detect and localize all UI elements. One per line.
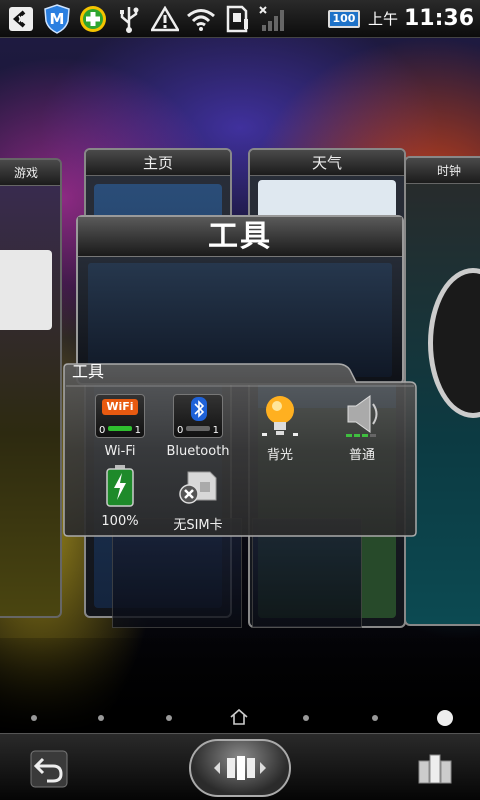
backlight-label: 背光	[266, 448, 293, 463]
wifi-off-num: 0	[99, 425, 106, 436]
current-screen-preview	[88, 263, 392, 377]
wifi-on-num: 1	[134, 425, 141, 436]
bluetooth-on-num: 1	[212, 425, 219, 436]
back-arrow-icon	[30, 750, 68, 788]
page-dot[interactable]	[303, 715, 309, 721]
wifi-state-bar	[108, 426, 132, 431]
app-drawer-icon	[214, 756, 266, 780]
bluetooth-label: Bluetooth	[166, 444, 230, 459]
clock-time: 11:36	[403, 6, 474, 31]
wifi-label: Wi-Fi	[104, 444, 136, 459]
tools-folder-popup: 工具 WiFi 0 1 Wi-Fi 0 1 Bluetooth 背光 普通 10…	[62, 362, 418, 538]
page-dot[interactable]	[98, 715, 104, 721]
sd-card-icon	[222, 4, 252, 34]
svg-text:M: M	[50, 10, 65, 28]
sound-mode-label: 普通	[348, 448, 375, 463]
backlight-toggle[interactable]: 背光	[238, 394, 322, 463]
screen-card-right-far-title: 时钟	[406, 158, 480, 184]
bluetooth-toggle-icon: 0 1	[171, 394, 225, 438]
battery-label: 100%	[101, 514, 139, 529]
dock-bar	[0, 733, 480, 800]
bluetooth-toggle[interactable]: 0 1 Bluetooth	[156, 394, 240, 459]
bulb-icon	[262, 396, 298, 436]
home-page-icon[interactable]	[229, 708, 249, 730]
screen-card-right-title: 天气	[250, 150, 404, 176]
current-screen-card[interactable]: 工具	[76, 215, 404, 385]
usb-icon	[114, 4, 144, 34]
page-dot-active[interactable]	[437, 710, 453, 726]
status-bar: M 100 上午 11:36	[0, 0, 480, 38]
bluetooth-off-num: 0	[177, 425, 184, 436]
battery-status-item[interactable]: 100%	[78, 464, 162, 529]
battery-graphic	[106, 465, 134, 507]
warning-icon	[150, 4, 180, 34]
battery-icon	[93, 464, 147, 508]
page-dot[interactable]	[372, 715, 378, 721]
screen-card-left-far[interactable]: 游戏	[0, 158, 62, 618]
back-button[interactable]	[24, 744, 74, 794]
app-drawer-button[interactable]	[189, 739, 291, 797]
speaker-graphic	[346, 395, 378, 437]
current-screen-title: 工具	[78, 217, 402, 257]
app-store-plus-icon	[78, 4, 108, 34]
sim-label: 无SIM卡	[173, 518, 223, 533]
battery-indicator: 100	[327, 9, 360, 28]
folder-title: 工具	[72, 362, 105, 381]
screens-preview-button[interactable]	[410, 744, 460, 794]
bluetooth-icon	[191, 397, 207, 421]
page-indicator	[0, 706, 480, 730]
bluetooth-state-bar	[186, 426, 210, 431]
no-sim-icon	[171, 464, 225, 508]
sound-mode-toggle[interactable]: 普通	[320, 394, 404, 463]
usb-debug-icon	[6, 4, 36, 34]
screen-card-left-far-title: 游戏	[0, 160, 60, 186]
notification-widget	[0, 250, 52, 330]
screen-card-left-title: 主页	[86, 150, 230, 176]
wifi-badge: WiFi	[102, 399, 138, 415]
screens-preview-icon	[418, 754, 452, 784]
wifi-icon	[186, 4, 216, 34]
sim-status-item[interactable]: 无SIM卡	[156, 464, 240, 533]
speaker-icon	[335, 394, 389, 438]
no-signal-icon	[258, 4, 286, 34]
sim-card-graphic	[179, 471, 217, 504]
clock-ampm: 上午	[367, 10, 398, 28]
wifi-toggle[interactable]: WiFi 0 1 Wi-Fi	[78, 394, 162, 459]
backlight-bulb-icon	[253, 394, 307, 438]
shield-m-icon: M	[42, 3, 72, 34]
page-dot[interactable]	[166, 715, 172, 721]
wifi-toggle-icon: WiFi 0 1	[93, 394, 147, 438]
page-dot[interactable]	[31, 715, 37, 721]
analog-clock-widget	[428, 268, 480, 418]
